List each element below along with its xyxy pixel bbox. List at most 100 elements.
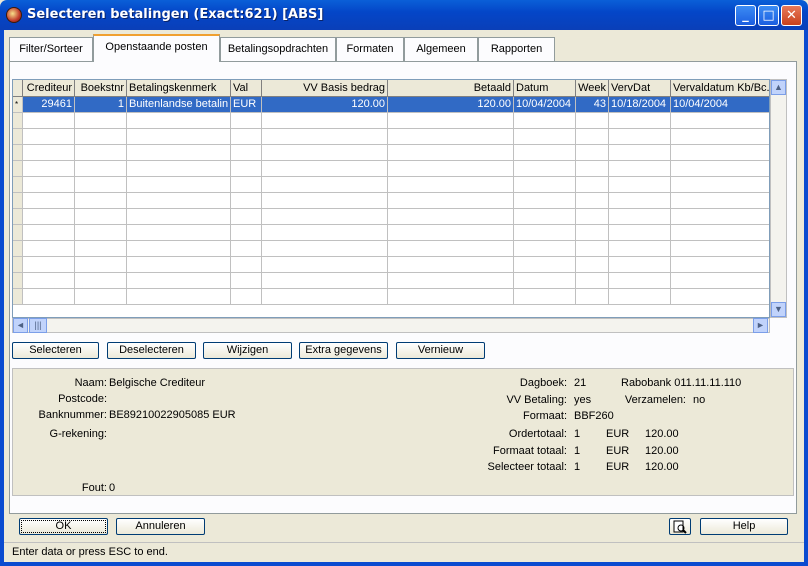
empty-cell[interactable] [671, 129, 769, 145]
empty-cell[interactable] [576, 273, 609, 289]
extra-data-button[interactable]: Extra gegevens [299, 342, 388, 359]
empty-cell[interactable] [23, 129, 75, 145]
empty-cell[interactable] [231, 273, 262, 289]
tab-openstaande-posten[interactable]: Openstaande posten [93, 34, 220, 62]
empty-cell[interactable] [576, 209, 609, 225]
empty-cell[interactable] [262, 289, 388, 305]
scroll-up-icon[interactable]: ▲ [771, 80, 786, 95]
empty-cell[interactable] [262, 193, 388, 209]
empty-cell[interactable] [75, 177, 127, 193]
column-header-vervdat[interactable]: VervDat [609, 80, 671, 97]
empty-cell[interactable] [514, 289, 576, 305]
row-indicator[interactable] [13, 225, 23, 241]
scroll-right-icon[interactable]: ► [753, 318, 768, 333]
table-cell-betalingskenmerk[interactable]: Buitenlandse betalin [127, 97, 231, 113]
empty-cell[interactable] [127, 209, 231, 225]
row-indicator[interactable] [13, 113, 23, 129]
empty-cell[interactable] [127, 161, 231, 177]
empty-cell[interactable] [514, 129, 576, 145]
empty-cell[interactable] [231, 289, 262, 305]
empty-cell[interactable] [127, 193, 231, 209]
row-indicator[interactable] [13, 241, 23, 257]
empty-cell[interactable] [609, 161, 671, 177]
empty-cell[interactable] [671, 225, 769, 241]
empty-cell[interactable] [576, 113, 609, 129]
close-button[interactable]: ✕ [781, 5, 802, 26]
app-icon[interactable] [6, 7, 22, 23]
empty-cell[interactable] [127, 273, 231, 289]
empty-cell[interactable] [388, 225, 514, 241]
payments-grid[interactable]: Crediteur Boekstnr Betalingskenmerk Val VV B… [12, 79, 770, 318]
empty-cell[interactable] [75, 209, 127, 225]
empty-cell[interactable] [23, 225, 75, 241]
empty-cell[interactable] [609, 241, 671, 257]
empty-cell[interactable] [514, 225, 576, 241]
table-cell-betaald[interactable]: 120.00 [388, 97, 514, 113]
empty-cell[interactable] [127, 289, 231, 305]
empty-cell[interactable] [609, 177, 671, 193]
row-indicator[interactable] [13, 145, 23, 161]
empty-cell[interactable] [576, 193, 609, 209]
scroll-left-icon[interactable]: ◄ [13, 318, 28, 333]
empty-cell[interactable] [514, 257, 576, 273]
empty-cell[interactable] [388, 129, 514, 145]
empty-cell[interactable] [262, 129, 388, 145]
empty-cell[interactable] [388, 145, 514, 161]
empty-cell[interactable] [127, 113, 231, 129]
empty-cell[interactable] [388, 257, 514, 273]
empty-cell[interactable] [576, 289, 609, 305]
empty-cell[interactable] [576, 241, 609, 257]
empty-cell[interactable] [576, 129, 609, 145]
empty-cell[interactable] [23, 193, 75, 209]
select-button[interactable]: Selecteren [12, 342, 99, 359]
empty-cell[interactable] [576, 145, 609, 161]
empty-cell[interactable] [671, 241, 769, 257]
cancel-button[interactable]: Annuleren [116, 518, 205, 535]
empty-cell[interactable] [127, 177, 231, 193]
empty-cell[interactable] [262, 161, 388, 177]
empty-cell[interactable] [671, 273, 769, 289]
tab-formaten[interactable]: Formaten [336, 37, 404, 61]
row-indicator[interactable] [13, 161, 23, 177]
empty-cell[interactable] [262, 209, 388, 225]
tab-betalingsopdrachten[interactable]: Betalingsopdrachten [220, 37, 336, 61]
empty-cell[interactable] [231, 193, 262, 209]
empty-cell[interactable] [75, 113, 127, 129]
empty-cell[interactable] [23, 289, 75, 305]
empty-cell[interactable] [75, 289, 127, 305]
row-indicator[interactable] [13, 257, 23, 273]
empty-cell[interactable] [671, 145, 769, 161]
table-cell-datum[interactable]: 10/04/2004 [514, 97, 576, 113]
row-indicator[interactable]: * [13, 97, 23, 113]
column-header-datum[interactable]: Datum [514, 80, 576, 97]
column-header-betalingskenmerk[interactable]: Betalingskenmerk [127, 80, 231, 97]
empty-cell[interactable] [75, 241, 127, 257]
empty-cell[interactable] [127, 241, 231, 257]
ok-button[interactable]: OK [19, 518, 108, 535]
table-cell-val[interactable]: EUR [231, 97, 262, 113]
table-cell-vervdat[interactable]: 10/18/2004 [609, 97, 671, 113]
empty-cell[interactable] [23, 241, 75, 257]
empty-cell[interactable] [23, 209, 75, 225]
empty-cell[interactable] [262, 241, 388, 257]
empty-cell[interactable] [23, 177, 75, 193]
horizontal-scrollbar[interactable]: ◄ ||| ► [12, 318, 770, 333]
empty-cell[interactable] [23, 273, 75, 289]
refresh-button[interactable]: Vernieuw [396, 342, 485, 359]
empty-cell[interactable] [231, 129, 262, 145]
empty-cell[interactable] [671, 177, 769, 193]
empty-cell[interactable] [609, 289, 671, 305]
column-header-vv-basis-bedrag[interactable]: VV Basis bedrag [262, 80, 388, 97]
empty-cell[interactable] [388, 193, 514, 209]
empty-cell[interactable] [671, 209, 769, 225]
scroll-thumb[interactable]: ||| [29, 318, 47, 333]
vertical-scrollbar[interactable]: ▲ ▼ [770, 79, 787, 318]
empty-cell[interactable] [75, 225, 127, 241]
column-header-vervaldatum[interactable]: Vervaldatum Kb/Bc. [671, 80, 769, 97]
empty-cell[interactable] [514, 177, 576, 193]
empty-cell[interactable] [514, 273, 576, 289]
empty-cell[interactable] [127, 129, 231, 145]
scroll-down-icon[interactable]: ▼ [771, 302, 786, 317]
empty-cell[interactable] [75, 193, 127, 209]
empty-cell[interactable] [514, 161, 576, 177]
